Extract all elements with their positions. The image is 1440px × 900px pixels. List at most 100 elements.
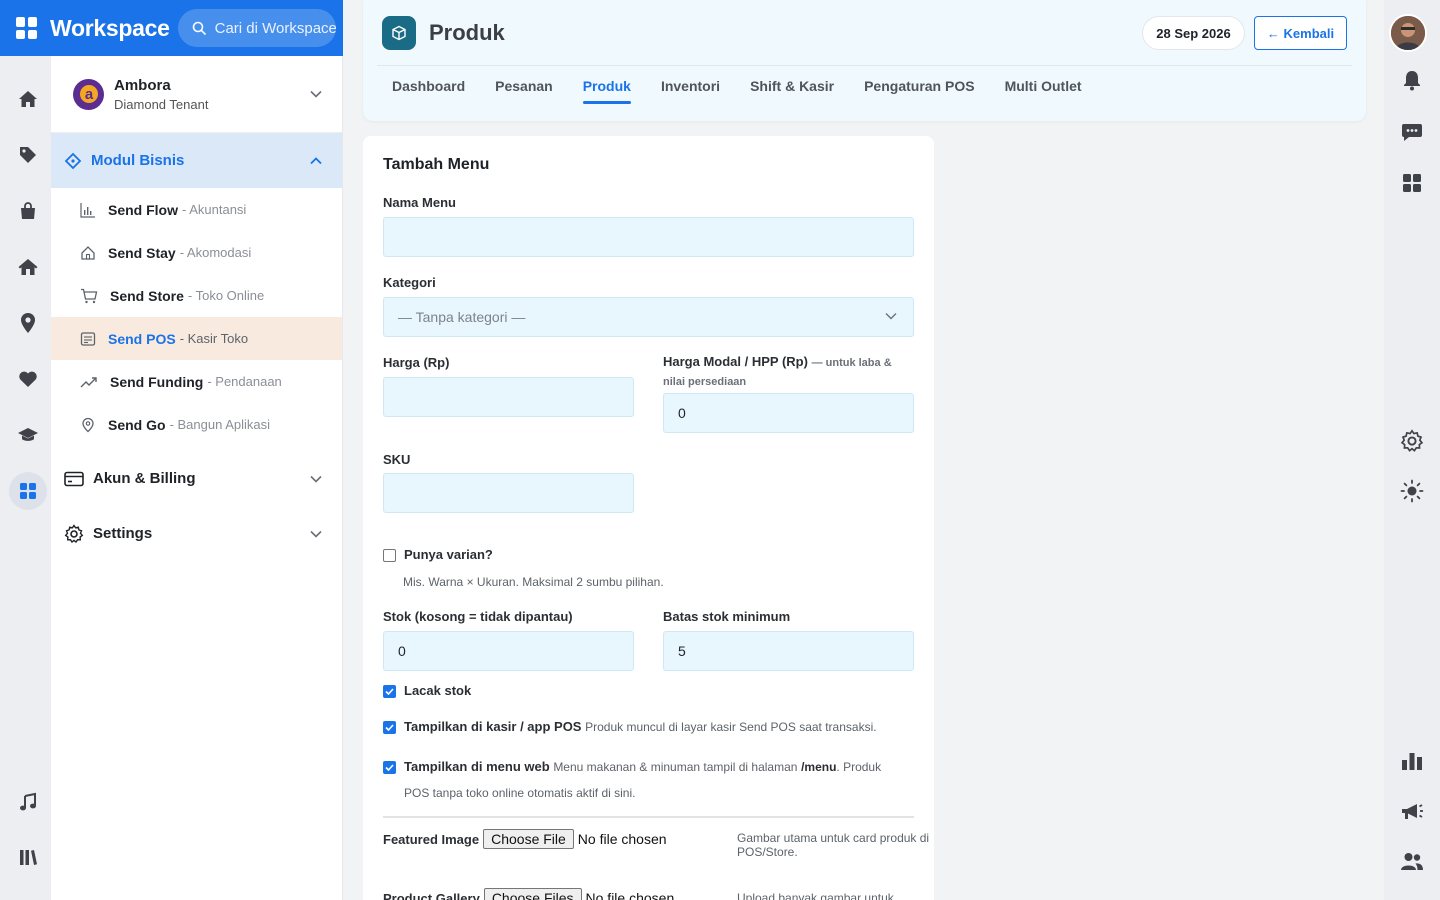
- nama-menu-input[interactable]: [383, 217, 914, 257]
- svg-text:a: a: [84, 86, 93, 103]
- tampil-web-path: /menu: [801, 760, 837, 774]
- map-pin-icon[interactable]: [9, 304, 47, 342]
- sun-icon[interactable]: [1396, 475, 1428, 507]
- modul-bisnis-label: Modul Bisnis: [91, 152, 185, 169]
- sidebar-item-name: Send POS: [108, 330, 176, 347]
- tampil-web-desc-a: Menu makanan & minuman tampil di halaman: [553, 760, 798, 774]
- heart-icon[interactable]: [9, 360, 47, 398]
- credit-card-icon: [64, 471, 84, 486]
- brand-title[interactable]: Workspace: [50, 15, 170, 42]
- featured-image-label: Featured Image: [383, 832, 480, 847]
- chevron-down-icon[interactable]: [310, 530, 322, 538]
- icon-rail: [0, 56, 51, 900]
- sidebar-item-desc: - Pendanaan: [207, 374, 282, 389]
- tampil-kasir-row[interactable]: Tampilkan di kasir / app POS Produk munc…: [383, 719, 877, 740]
- tampil-web-label: Tampilkan di menu web: [404, 759, 550, 774]
- akun-billing-label: Akun & Billing: [93, 470, 196, 487]
- chat-icon[interactable]: [1396, 116, 1428, 148]
- workspace-search[interactable]: Cari di Workspace: [177, 9, 336, 47]
- form-divider: [383, 816, 914, 818]
- tag-icon[interactable]: [9, 136, 47, 174]
- apps-grid-icon[interactable]: [16, 17, 38, 39]
- analytics-icon[interactable]: [1396, 745, 1428, 777]
- sidebar-item-desc: - Akuntansi: [182, 202, 247, 217]
- kategori-select[interactable]: — Tanpa kategori —: [383, 297, 914, 337]
- tab-pesanan[interactable]: Pesanan: [495, 78, 553, 104]
- lacak-stok-row[interactable]: Lacak stok: [383, 683, 471, 704]
- megaphone-icon[interactable]: [1396, 796, 1428, 828]
- diamond-icon: [64, 152, 82, 169]
- modules-grid-icon[interactable]: [9, 472, 47, 510]
- library-icon[interactable]: [9, 838, 47, 876]
- modul-bisnis-section[interactable]: Modul Bisnis: [51, 133, 342, 188]
- sidebar-item-name: Send Funding: [110, 373, 204, 390]
- bell-icon[interactable]: [1396, 64, 1428, 96]
- chevron-up-icon[interactable]: [310, 156, 322, 165]
- music-note-icon[interactable]: [9, 783, 47, 821]
- sidebar: a Ambora Diamond Tenant Modul Bisnis Sen…: [51, 56, 343, 900]
- tampil-web-row[interactable]: Tampilkan di menu web Menu makanan & min…: [383, 759, 903, 806]
- sidebar-item-send-pos[interactable]: Send POS - Kasir Toko: [51, 317, 342, 360]
- form-title: Tambah Menu: [383, 156, 490, 173]
- tab-multi-outlet[interactable]: Multi Outlet: [1005, 78, 1082, 104]
- gear-icon[interactable]: [1396, 425, 1428, 457]
- user-avatar[interactable]: [1389, 14, 1427, 52]
- users-icon[interactable]: [1396, 845, 1428, 877]
- harga-input[interactable]: [383, 377, 634, 417]
- tab-dashboard[interactable]: Dashboard: [392, 78, 465, 104]
- tenant-name: Ambora: [114, 76, 171, 94]
- batas-stok-input[interactable]: 5: [663, 631, 914, 671]
- gallery-choose-files-button[interactable]: Choose Files: [483, 888, 582, 900]
- tampil-kasir-desc: Produk muncul di layar kasir Send POS sa…: [585, 720, 877, 734]
- featured-choose-file-button[interactable]: Choose File: [483, 829, 574, 849]
- harga-modal-input[interactable]: 0: [663, 393, 914, 433]
- graduation-cap-icon[interactable]: [9, 416, 47, 454]
- sidebar-item-desc: - Bangun Aplikasi: [169, 417, 271, 432]
- sidebar-item-name: Send Store: [110, 287, 184, 304]
- sidebar-item-send-stay[interactable]: Send Stay - Akomodasi: [51, 231, 342, 274]
- tab-bar: Dashboard Pesanan Produk Inventori Shift…: [392, 78, 1112, 104]
- gallery-label: Product Gallery: [383, 891, 480, 900]
- sidebar-item-send-flow[interactable]: Send Flow - Akuntansi: [51, 188, 342, 231]
- apps-icon[interactable]: [1396, 167, 1428, 199]
- varian-label: Punya varian?: [404, 547, 493, 562]
- house-icon[interactable]: [9, 248, 47, 286]
- tenant-logo: a: [73, 78, 104, 110]
- tab-inventori[interactable]: Inventori: [661, 78, 720, 104]
- varian-checkbox[interactable]: [383, 549, 396, 562]
- lacak-stok-checkbox[interactable]: [383, 685, 396, 698]
- page-header: Produk 28 Sep 2026 ← Kembali Dashboard P…: [363, 0, 1366, 121]
- featured-image-note: Gambar utama untuk card produk di POS/St…: [737, 831, 934, 859]
- bar-chart-icon: [80, 202, 95, 218]
- chevron-down-icon[interactable]: [310, 90, 322, 98]
- batas-stok-label: Batas stok minimum: [663, 609, 791, 624]
- shopping-bag-icon[interactable]: [9, 192, 47, 230]
- sidebar-item-send-funding[interactable]: Send Funding - Pendanaan: [51, 360, 342, 403]
- kategori-label: Kategori: [383, 275, 436, 290]
- akun-billing-section[interactable]: Akun & Billing: [51, 451, 342, 506]
- sidebar-item-name: Send Flow: [108, 201, 178, 218]
- nama-menu-label: Nama Menu: [383, 195, 456, 210]
- stok-input[interactable]: 0: [383, 631, 634, 671]
- chevron-down-icon: [885, 313, 897, 320]
- tampil-web-checkbox[interactable]: [383, 761, 396, 774]
- sidebar-item-name: Send Go: [108, 416, 166, 433]
- product-box-icon: [382, 16, 416, 50]
- sidebar-item-send-store[interactable]: Send Store - Toko Online: [51, 274, 342, 317]
- tab-produk[interactable]: Produk: [582, 78, 632, 104]
- tab-shift-kasir[interactable]: Shift & Kasir: [750, 78, 834, 104]
- search-placeholder[interactable]: Cari di Workspace: [215, 20, 336, 37]
- tenant-switcher[interactable]: a Ambora Diamond Tenant: [51, 56, 342, 133]
- tenant-tier: Diamond Tenant: [114, 96, 209, 112]
- sidebar-item-send-go[interactable]: Send Go - Bangun Aplikasi: [51, 403, 342, 446]
- location-icon: [82, 417, 94, 432]
- chevron-down-icon[interactable]: [310, 475, 322, 483]
- varian-checkbox-row[interactable]: Punya varian?: [383, 547, 493, 568]
- tampil-kasir-checkbox[interactable]: [383, 721, 396, 734]
- settings-section[interactable]: Settings: [51, 506, 342, 561]
- home-icon[interactable]: [9, 80, 47, 118]
- sku-input[interactable]: [383, 473, 634, 513]
- harga-modal-label: Harga Modal / HPP (Rp) — untuk laba & ni…: [663, 353, 914, 391]
- back-button[interactable]: ← Kembali: [1254, 16, 1347, 50]
- tab-pengaturan-pos[interactable]: Pengaturan POS: [864, 78, 974, 104]
